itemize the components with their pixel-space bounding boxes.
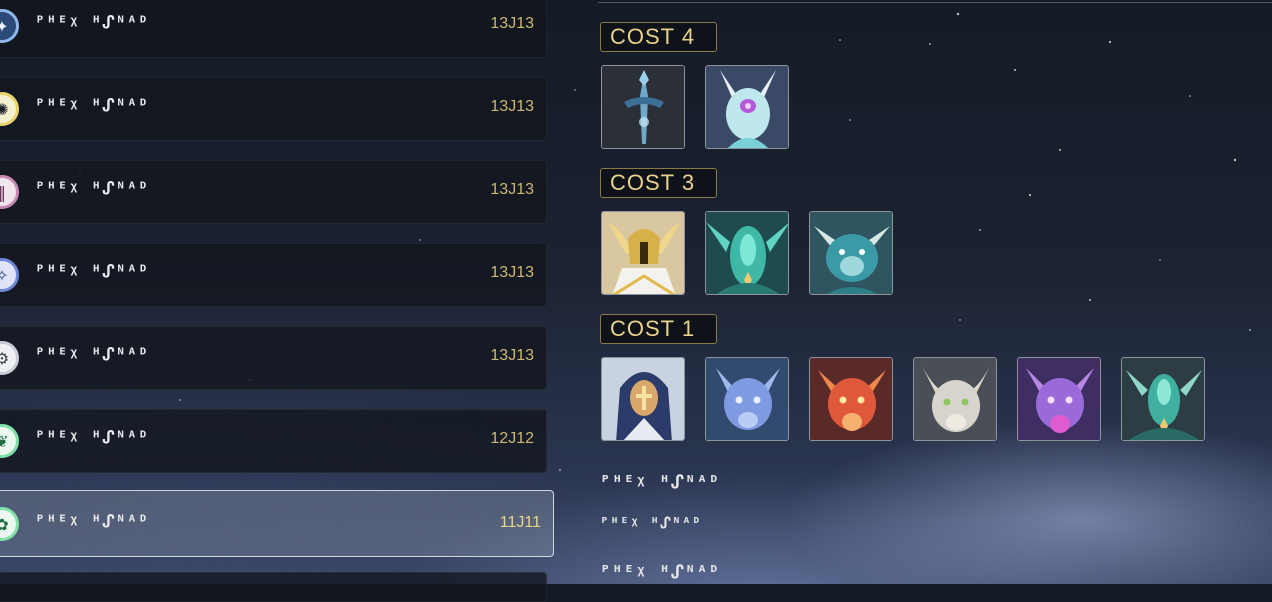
section-divider bbox=[598, 2, 1272, 3]
card-hooded-nun[interactable] bbox=[601, 357, 685, 441]
category-row[interactable]: ✺ ᴾᴴᴱᵡ ᴴᔑᴺᴬᴰ 13J13 bbox=[0, 77, 547, 141]
card-horned-crystal-dragon[interactable] bbox=[705, 65, 789, 149]
category-row[interactable]: ‖ ᴾᴴᴱᵡ ᴴᔑᴺᴬᴰ 13J13 bbox=[0, 160, 547, 224]
star-emblem-icon: ✦ bbox=[0, 9, 19, 43]
card-golden-helm-knight[interactable] bbox=[601, 211, 685, 295]
cost-4-badge: COST 4 bbox=[600, 22, 717, 52]
card-sword-dragon[interactable] bbox=[601, 65, 685, 149]
detail-subtext: ᴾᴴᴱᵡ ᴴᔑᴺᴬᴰ bbox=[600, 514, 702, 532]
cost-3-badge: COST 3 bbox=[600, 168, 717, 198]
category-count: 13J13 bbox=[490, 98, 534, 115]
category-count: 12J12 bbox=[490, 430, 534, 447]
category-label: ᴾᴴᴱᵡ ᴴᔑᴺᴬᴰ bbox=[35, 345, 150, 365]
sun-emblem-icon: ✺ bbox=[0, 92, 19, 126]
card-teal-cloak-dragon[interactable] bbox=[1121, 357, 1205, 441]
category-label: ᴾᴴᴱᵡ ᴴᔑᴺᴬᴰ bbox=[35, 13, 150, 33]
category-label: ᴾᴴᴱᵡ ᴴᔑᴺᴬᴰ bbox=[35, 428, 150, 448]
category-label: ᴾᴴᴱᵡ ᴴᔑᴺᴬᴰ bbox=[35, 179, 150, 199]
card-teal-crystal-dragon[interactable] bbox=[705, 211, 789, 295]
pillar-emblem-icon: ‖ bbox=[0, 175, 19, 209]
category-count: 13J13 bbox=[490, 347, 534, 364]
category-row[interactable]: ✦ ᴾᴴᴱᵡ ᴴᔑᴺᴬᴰ 13J13 bbox=[0, 0, 547, 58]
category-row-selected[interactable]: ✿ ᴾᴴᴱᵡ ᴴᔑᴺᴬᴰ 11J11 bbox=[0, 490, 554, 557]
detail-heading-2: ᴾᴴᴱᵡ ᴴᔑᴺᴬᴰ bbox=[600, 562, 721, 583]
card-red-dragon[interactable] bbox=[809, 357, 893, 441]
swirl-emblem-icon: ✿ bbox=[0, 507, 19, 541]
gear-emblem-icon: ⚙ bbox=[0, 341, 19, 375]
leaf-emblem-icon: ❦ bbox=[0, 424, 19, 458]
category-row[interactable]: ❦ ᴾᴴᴱᵡ ᴴᔑᴺᴬᴰ 12J12 bbox=[0, 409, 547, 473]
category-count: 13J13 bbox=[490, 181, 534, 198]
card-blue-dragon[interactable] bbox=[705, 357, 789, 441]
card-purple-dragon[interactable] bbox=[1017, 357, 1101, 441]
category-list: ✦ ᴾᴴᴱᵡ ᴴᔑᴺᴬᴰ 13J13 ✺ ᴾᴴᴱᵡ ᴴᔑᴺᴬᴰ 13J13 ‖ … bbox=[0, 0, 560, 602]
cost-1-badge: COST 1 bbox=[600, 314, 717, 344]
category-count: 13J13 bbox=[490, 264, 534, 281]
category-count: 11J11 bbox=[499, 514, 541, 531]
category-count: 13J13 bbox=[490, 15, 534, 32]
category-label: ᴾᴴᴱᵡ ᴴᔑᴺᴬᴰ bbox=[35, 512, 150, 532]
card-white-dragon[interactable] bbox=[913, 357, 997, 441]
category-label: ᴾᴴᴱᵡ ᴴᔑᴺᴬᴰ bbox=[35, 96, 150, 116]
category-row[interactable]: ⚙ ᴾᴴᴱᵡ ᴴᔑᴺᴬᴰ 13J13 bbox=[0, 326, 547, 390]
card-aqua-dragon[interactable] bbox=[809, 211, 893, 295]
category-row[interactable] bbox=[0, 572, 547, 602]
category-row[interactable]: ✧ ᴾᴴᴱᵡ ᴴᔑᴺᴬᴰ 13J13 bbox=[0, 243, 547, 307]
category-label: ᴾᴴᴱᵡ ᴴᔑᴺᴬᴰ bbox=[35, 262, 150, 282]
detail-heading: ᴾᴴᴱᵡ ᴴᔑᴺᴬᴰ bbox=[600, 472, 721, 493]
sparkle-emblem-icon: ✧ bbox=[0, 258, 19, 292]
